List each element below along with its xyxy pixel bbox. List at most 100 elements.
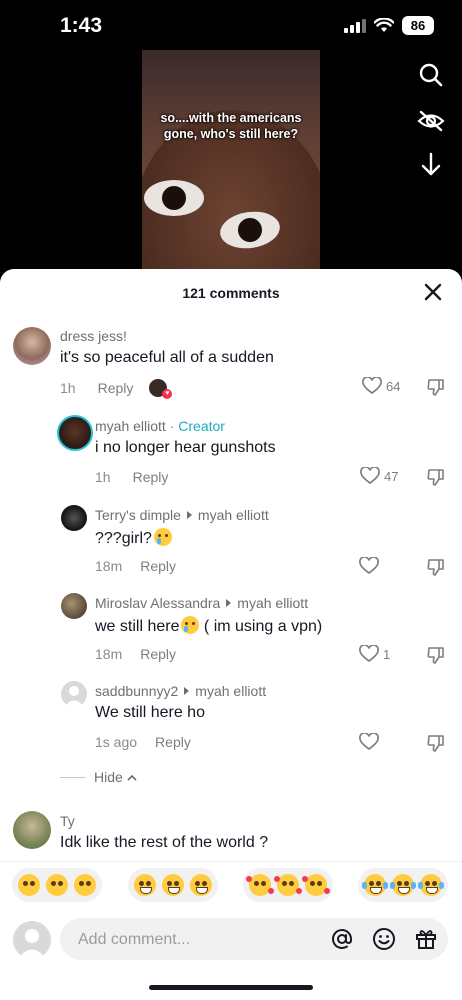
mention-at-icon[interactable] (330, 927, 354, 951)
dislike-icon[interactable] (426, 467, 446, 487)
comment-text-before: we still here (95, 618, 180, 635)
dislike-icon[interactable] (426, 377, 446, 397)
hide-eye-icon[interactable] (416, 106, 446, 136)
heart-badge-icon: ♥ (162, 389, 173, 399)
video-eye-left (144, 180, 204, 216)
video-caption-line1: so....with the americans (160, 111, 302, 125)
heart-icon (359, 733, 379, 751)
default-avatar-icon (64, 686, 84, 707)
dislike-icon[interactable] (426, 557, 446, 577)
dislike-icon[interactable] (426, 645, 446, 665)
reply-author-name[interactable]: Terry's dimple (95, 507, 181, 523)
avatar[interactable] (61, 505, 87, 531)
liked-by-creator-avatar: ♥ (149, 379, 173, 399)
reply-button[interactable]: Reply (155, 734, 191, 750)
search-icon[interactable] (416, 60, 446, 90)
comment-username[interactable]: dress jess! (60, 328, 127, 344)
comments-count-title: 121 comments (182, 285, 280, 301)
heart-icon (360, 467, 380, 485)
like-button[interactable] (359, 557, 383, 575)
quick-emoji-bar (0, 861, 462, 908)
comment-username[interactable]: saddbunnyy2 myah elliott (95, 683, 266, 699)
avatar[interactable] (61, 681, 87, 707)
comment-text: i no longer hear gunshots (95, 439, 276, 456)
crying-emoji-icon (153, 528, 172, 546)
smiling-hearts-face-icon (302, 874, 330, 896)
reply-button[interactable]: Reply (140, 646, 176, 662)
reply-author-name[interactable]: Miroslav Alessandra (95, 595, 220, 611)
like-button[interactable]: 1 (359, 645, 390, 663)
reply-to-name[interactable]: myah elliott (237, 595, 308, 611)
comment-text: Idk like the rest of the world ? (60, 834, 269, 851)
comment-text: we still here ( im using a vpn) (95, 616, 322, 636)
tears-of-joy-icon (390, 874, 416, 896)
video-frame[interactable]: so....with the americans gone, who's sti… (142, 50, 320, 280)
comment-text: ???girl? (95, 528, 172, 548)
comment-time: 1s ago (95, 734, 138, 750)
grinning-face-icon (162, 874, 184, 896)
comment-username[interactable]: Ty (60, 813, 75, 829)
like-count: 1 (383, 646, 391, 662)
creator-badge: · Creator (169, 418, 225, 434)
avatar[interactable] (61, 593, 87, 619)
video-caption-line2: gone, who's still here? (163, 127, 299, 141)
status-icons: 86 (344, 16, 434, 35)
avatar[interactable] (13, 811, 51, 849)
comment-text: We still here ho (95, 704, 205, 721)
hide-label: Hide (94, 769, 123, 785)
smiling-hearts-face-icon (246, 874, 274, 896)
avatar[interactable] (57, 415, 93, 451)
reply-button[interactable]: Reply (140, 558, 176, 574)
reply-to-name[interactable]: myah elliott (198, 507, 269, 523)
status-bar: 1:43 86 (0, 0, 462, 50)
download-arrow-icon[interactable] (416, 150, 446, 180)
crying-emoji-icon (181, 616, 200, 634)
reply-button[interactable]: Reply (98, 380, 134, 396)
grin-emoji-button[interactable] (128, 868, 218, 902)
laugh-emoji-button[interactable] (358, 868, 448, 902)
comment-input-row (0, 917, 462, 967)
home-indicator (149, 985, 313, 990)
like-count: 64 (386, 378, 401, 394)
comments-sheet: 121 comments dress jess! it's so peacefu… (0, 269, 462, 1000)
grinning-face-icon (134, 874, 156, 896)
dislike-icon[interactable] (426, 733, 446, 753)
hide-replies-button[interactable]: Hide (60, 769, 137, 785)
like-button[interactable]: 64 (362, 377, 400, 395)
grinning-face-icon (190, 874, 212, 896)
comment-username[interactable]: Miroslav Alessandra myah elliott (95, 595, 308, 611)
comment-text-body: ???girl? (95, 530, 152, 547)
tears-of-joy-icon (418, 874, 444, 896)
reply-to-name[interactable]: myah elliott (195, 683, 266, 699)
reply-button[interactable]: Reply (133, 469, 169, 485)
emoji-smile-icon[interactable] (372, 927, 396, 951)
chevron-up-icon (127, 774, 137, 781)
video-caption: so....with the americans gone, who's sti… (142, 110, 320, 142)
cellular-signal-icon (344, 18, 366, 33)
comment-time: 18m (95, 646, 123, 662)
comment-meta: 1h Reply ♥ (60, 379, 173, 399)
pleading-emoji-button[interactable] (12, 868, 102, 902)
like-button[interactable] (359, 733, 383, 751)
reply-author-name[interactable]: saddbunnyy2 (95, 683, 178, 699)
comment-text: it's so peaceful all of a sudden (60, 349, 274, 366)
pleading-face-icon (18, 874, 40, 896)
status-time: 1:43 (60, 14, 103, 37)
avatar[interactable] (13, 327, 51, 365)
reply-to-arrow-icon (226, 599, 232, 607)
creator-username[interactable]: myah elliott (95, 418, 166, 434)
comment-username[interactable]: myah elliott · Creator (95, 418, 225, 434)
comment-input[interactable] (76, 918, 320, 962)
heart-icon (359, 557, 379, 575)
like-count: 47 (384, 468, 399, 484)
battery-indicator: 86 (402, 16, 434, 35)
wifi-icon (374, 18, 394, 32)
close-icon[interactable] (422, 281, 444, 303)
comment-username[interactable]: Terry's dimple myah elliott (95, 507, 269, 523)
love-emoji-button[interactable] (243, 868, 333, 902)
my-avatar (13, 921, 51, 959)
gift-icon[interactable] (414, 927, 438, 951)
like-button[interactable]: 47 (360, 467, 398, 485)
reply-to-arrow-icon (184, 687, 190, 695)
heart-icon (362, 377, 382, 395)
